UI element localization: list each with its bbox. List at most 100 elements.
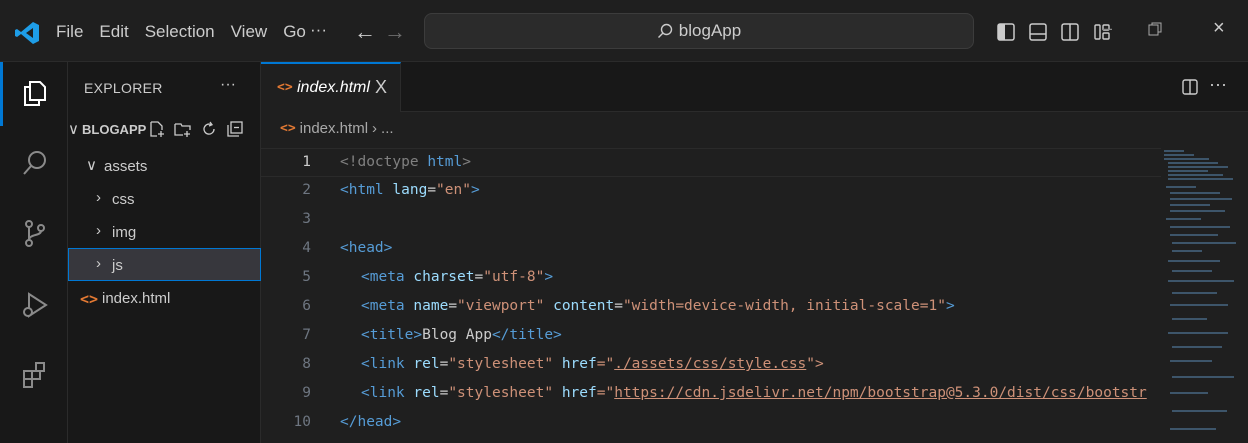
new-folder-icon[interactable]	[174, 120, 192, 138]
tree-item-label: css	[112, 191, 135, 208]
restore-icon[interactable]	[1148, 22, 1162, 36]
run-debug-icon[interactable]	[20, 290, 50, 320]
explorer-more-icon[interactable]: ···	[220, 76, 236, 94]
code-line: 2 <html lang="en">	[261, 177, 1161, 206]
root-folder-name: BLOGAPP	[82, 122, 147, 137]
tree-item-label: img	[112, 224, 137, 241]
code-token: content	[544, 298, 615, 314]
code-token: "stylesheet"	[448, 385, 554, 401]
code-token: >	[945, 298, 955, 314]
explorer-icon[interactable]	[20, 78, 50, 108]
code-token: "en"	[436, 182, 471, 198]
root-folder-header[interactable]: ∨ BLOGAPP	[68, 116, 261, 144]
minimap[interactable]	[1162, 148, 1242, 443]
code-token: <meta	[361, 269, 414, 285]
code-line: 10 </head>	[261, 409, 1161, 438]
tab-label: index.html	[297, 79, 370, 96]
menu-view[interactable]: View	[231, 22, 268, 42]
code-token: >	[544, 269, 554, 285]
line-number: 2	[302, 182, 311, 198]
search-text: blogApp	[678, 21, 742, 40]
code-token: <html	[340, 182, 393, 198]
refresh-icon[interactable]	[200, 120, 218, 138]
code-token: ">	[806, 356, 824, 372]
tree-item-label: index.html	[102, 290, 171, 307]
code-token: =	[448, 298, 458, 314]
folder-css[interactable]: › css	[68, 183, 261, 216]
code-token: >	[462, 154, 471, 170]
folder-assets[interactable]: ∨ assets	[68, 150, 261, 183]
code-text: <link rel="stylesheet" href="./assets/cs…	[361, 356, 824, 372]
code-line: 3	[261, 206, 1161, 235]
code-token: </title>	[491, 327, 562, 343]
code-editor[interactable]: 1 <!doctype html> 2 <html lang="en"> 3 4…	[261, 148, 1248, 443]
menu-go[interactable]: Go	[283, 22, 306, 42]
code-link[interactable]: https://cdn.jsdelivr.net/npm/bootstrap@5…	[614, 385, 1147, 401]
line-number: 10	[293, 414, 311, 430]
breadcrumb: <> index.html › ...	[280, 120, 394, 137]
code-token: Blog App	[422, 327, 492, 343]
breadcrumb-symbols[interactable]: ...	[381, 120, 394, 137]
menu-more-icon[interactable]: ···	[310, 20, 327, 40]
code-token: "viewport"	[457, 298, 545, 314]
editor-tab-bar: <> index.html X ···	[261, 62, 1248, 112]
search-icon[interactable]	[20, 148, 50, 178]
menu-file[interactable]: File	[56, 22, 83, 42]
code-text: <meta charset="utf-8">	[361, 269, 553, 285]
code-token: >	[470, 182, 480, 198]
code-token: name	[413, 298, 449, 314]
editor-more-icon[interactable]: ···	[1209, 74, 1227, 95]
toggle-secondary-sidebar-icon[interactable]	[1060, 22, 1080, 42]
breadcrumb-file[interactable]: index.html	[300, 120, 368, 137]
code-token: charset	[413, 269, 475, 285]
folder-img[interactable]: › img	[68, 216, 261, 249]
html-file-icon: <>	[80, 290, 99, 308]
code-line: 6 <meta name="viewport" content="width=d…	[261, 293, 1161, 322]
code-line: 8 <link rel="stylesheet" href="./assets/…	[261, 351, 1161, 380]
tab-index-html[interactable]: <> index.html X	[261, 62, 401, 112]
code-token: <!doctype	[340, 154, 428, 170]
code-token: <title>	[361, 327, 423, 343]
chevron-right-icon: ›	[372, 120, 378, 137]
code-token: =	[614, 298, 623, 314]
code-token: "utf-8"	[483, 269, 545, 285]
minimize-icon[interactable]: –	[1102, 18, 1112, 39]
code-text: <head>	[340, 240, 392, 256]
collapse-all-icon[interactable]	[226, 120, 244, 138]
layout-controls	[996, 22, 1112, 42]
back-arrow-icon[interactable]: ←	[354, 19, 376, 45]
forward-arrow-icon[interactable]: →	[384, 19, 406, 45]
line-number: 1	[302, 154, 311, 170]
split-editor-icon[interactable]	[1181, 78, 1199, 96]
menu-selection[interactable]: Selection	[145, 22, 215, 42]
search-icon	[657, 23, 672, 38]
code-token: rel	[413, 356, 440, 372]
line-number: 7	[302, 327, 311, 343]
close-window-icon[interactable]: ×	[1213, 17, 1225, 40]
file-index-html[interactable]: <> index.html	[68, 282, 261, 315]
title-bar: File Edit Selection View Go ··· ← → blog…	[0, 0, 1248, 62]
code-line: 1 <!doctype html>	[261, 148, 1161, 177]
activity-bar	[0, 62, 68, 443]
source-control-icon[interactable]	[20, 218, 50, 248]
code-token: <link	[361, 356, 414, 372]
line-number: 3	[302, 211, 311, 227]
code-text: <meta name="viewport" content="width=dev…	[361, 298, 955, 314]
vscode-logo-icon	[15, 22, 39, 44]
active-indicator	[0, 62, 3, 126]
extensions-icon[interactable]	[20, 360, 50, 390]
html-file-icon: <>	[280, 121, 296, 136]
new-file-icon[interactable]	[148, 120, 166, 138]
command-center-search[interactable]: blogApp	[424, 13, 974, 49]
code-token: <link	[361, 385, 414, 401]
line-number: 4	[302, 240, 311, 256]
code-token: href	[553, 385, 597, 401]
code-token: "stylesheet"	[448, 356, 554, 372]
close-tab-icon[interactable]: X	[375, 77, 387, 98]
code-link[interactable]: ./assets/css/style.css	[614, 356, 806, 372]
toggle-primary-sidebar-icon[interactable]	[996, 22, 1016, 42]
folder-js[interactable]: › js	[68, 248, 261, 281]
menu-edit[interactable]: Edit	[99, 22, 128, 42]
toggle-panel-icon[interactable]	[1028, 22, 1048, 42]
code-line: 4 <head>	[261, 235, 1161, 264]
